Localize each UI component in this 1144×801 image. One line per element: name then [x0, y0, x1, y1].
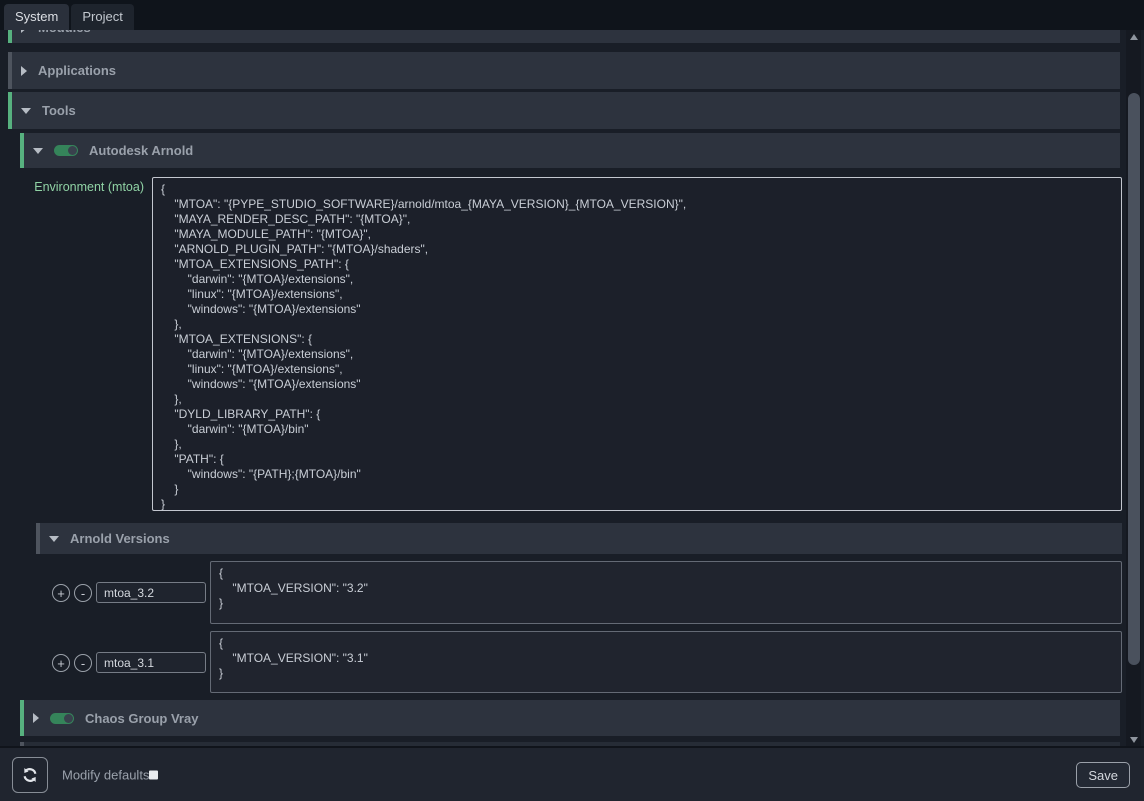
chevron-right-icon	[21, 66, 27, 76]
chevron-down-icon	[49, 536, 59, 542]
tab-project[interactable]: Project	[71, 4, 133, 30]
section-label: Autodesk Arnold	[89, 143, 193, 158]
arnold-enabled-toggle[interactable]	[54, 145, 78, 156]
footer-bar: Modify defaults Save	[0, 746, 1144, 801]
section-label: Modules	[38, 30, 91, 35]
refresh-button[interactable]	[12, 757, 48, 793]
section-label: Tools	[42, 103, 76, 118]
remove-item-button[interactable]: -	[74, 654, 92, 672]
section-header-tools[interactable]: Tools	[8, 92, 1120, 129]
tab-system[interactable]: System	[4, 4, 69, 30]
version-json-editor[interactable]: { "MTOA_VERSION": "3.2" }	[210, 561, 1122, 624]
tab-bar: System Project	[0, 0, 1144, 30]
modify-defaults-checkbox[interactable]	[149, 770, 158, 779]
section-header-applications[interactable]: Applications	[8, 52, 1120, 89]
version-name-input[interactable]	[96, 582, 206, 603]
save-button[interactable]: Save	[1076, 762, 1130, 788]
version-name-input[interactable]	[96, 652, 206, 673]
settings-scroll-area: Modules Applications Tools Autodesk Arno…	[0, 30, 1144, 746]
scrollbar-up-button[interactable]	[1126, 30, 1141, 43]
chevron-down-icon	[21, 108, 31, 114]
section-label: Arnold Versions	[70, 531, 170, 546]
chevron-right-icon	[33, 713, 39, 723]
section-header-chaos-group-vray[interactable]: Chaos Group Vray	[20, 700, 1120, 736]
environment-json-text: { "MTOA": "{PYPE_STUDIO_SOFTWARE}/arnold…	[161, 182, 1113, 511]
section-modules-clipped: Modules	[8, 30, 1120, 43]
add-item-button[interactable]: +	[52, 654, 70, 672]
section-header-modules[interactable]: Modules	[8, 30, 1120, 43]
modify-defaults-label: Modify defaults	[62, 767, 149, 782]
chevron-right-icon	[21, 30, 27, 33]
environment-json-editor[interactable]: { "MTOA": "{PYPE_STUDIO_SOFTWARE}/arnold…	[152, 177, 1122, 511]
version-json-editor[interactable]: { "MTOA_VERSION": "3.1" }	[210, 631, 1122, 693]
vertical-scrollbar[interactable]	[1126, 30, 1141, 746]
refresh-icon	[20, 765, 40, 785]
version-json-text: { "MTOA_VERSION": "3.2" }	[219, 566, 1113, 611]
scroll-up-arrow-icon	[1130, 34, 1138, 40]
scrollbar-thumb[interactable]	[1128, 93, 1140, 665]
vray-enabled-toggle[interactable]	[50, 713, 74, 724]
section-header-autodesk-arnold[interactable]: Autodesk Arnold	[20, 133, 1120, 168]
chevron-down-icon	[33, 148, 43, 154]
add-item-button[interactable]: +	[52, 584, 70, 602]
version-json-text: { "MTOA_VERSION": "3.1" }	[219, 636, 1113, 681]
scrollbar-down-button[interactable]	[1126, 733, 1141, 746]
section-label: Applications	[38, 63, 116, 78]
remove-item-button[interactable]: -	[74, 584, 92, 602]
environment-mtoa-label: Environment (mtoa)	[20, 180, 144, 194]
section-header-arnold-versions[interactable]: Arnold Versions	[36, 523, 1122, 554]
scroll-down-arrow-icon	[1130, 737, 1138, 743]
section-label: Chaos Group Vray	[85, 711, 198, 726]
